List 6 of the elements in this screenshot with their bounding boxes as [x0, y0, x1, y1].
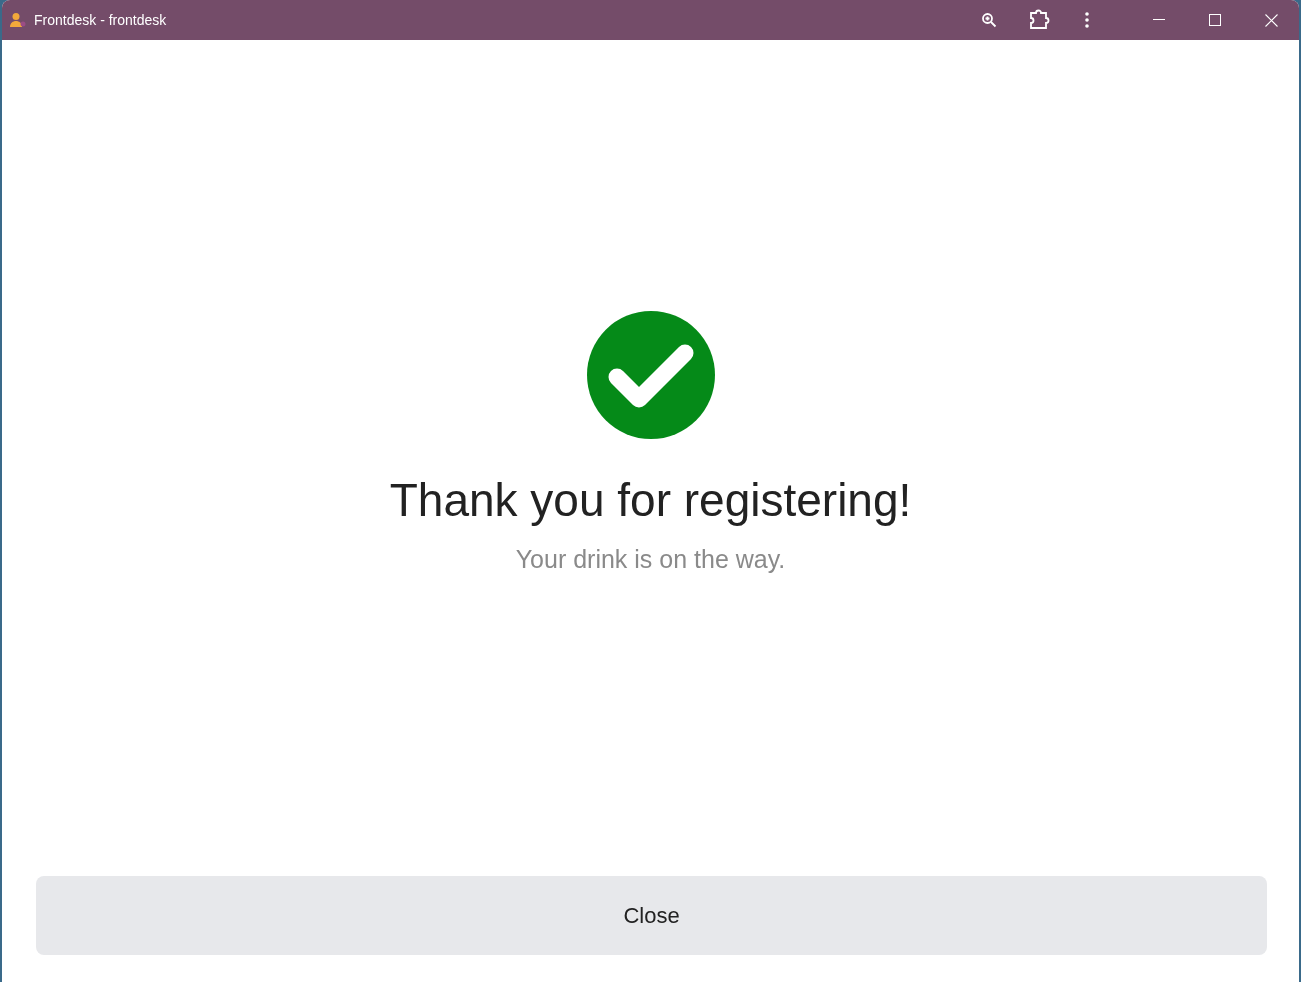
- close-button[interactable]: Close: [36, 876, 1267, 955]
- success-check-icon: [586, 311, 715, 439]
- window-title: Frontdesk - frontdesk: [34, 12, 168, 28]
- heading: Thank you for registering!: [389, 473, 912, 527]
- subtext: Your drink is on the way.: [515, 545, 786, 574]
- person-icon: [10, 12, 26, 28]
